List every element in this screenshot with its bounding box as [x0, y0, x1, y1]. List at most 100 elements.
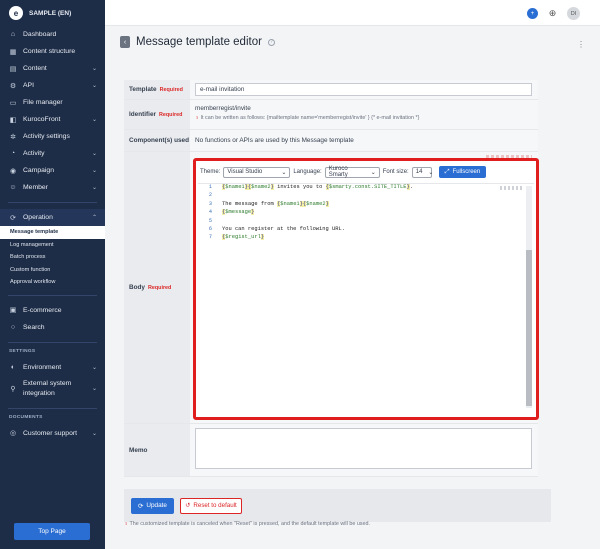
editor-toolbar: Theme: Visual Studio ⌄ Language: Kuroco S… [200, 166, 487, 178]
sidebar-item-activity-settings[interactable]: ✲ Activity settings [0, 128, 105, 145]
sidebar-item-environment[interactable]: ◐ Environment ⌄ [0, 359, 105, 376]
chevron-down-icon: ⌄ [91, 430, 97, 437]
template-label: Template Required [124, 80, 190, 99]
help-icon[interactable]: ? [267, 38, 275, 46]
sidebar-item-dashboard[interactable]: ⌂ Dashboard [0, 26, 105, 43]
identifier-value: memberregist/invite [195, 105, 251, 112]
folder-icon: ▭ [9, 99, 17, 107]
avatar[interactable]: DI [567, 7, 580, 20]
required-badge: Required [159, 86, 183, 93]
body-code-editor: Theme: Visual Studio ⌄ Language: Kuroco S… [193, 158, 539, 420]
code-line: The message from {$name1}{$name2} [222, 200, 329, 207]
code-content: {$name1}{$name2} invites you to {$smarty… [222, 184, 413, 243]
code-line: {$message} [222, 209, 255, 216]
chevron-down-icon: ⌄ [91, 168, 97, 174]
top-page-button[interactable]: Top Page [14, 523, 90, 540]
chevron-down-icon: ⌄ [91, 83, 97, 89]
sidebar-sub-batch-process[interactable]: Batch process [0, 251, 105, 264]
fullscreen-button[interactable]: ⤢ Fullscreen [438, 166, 487, 178]
sidebar-item-content[interactable]: ▤ Content ⌄ [0, 60, 105, 77]
language-label: Language: [293, 169, 322, 175]
reset-note: ♀ The customized template is canceled wh… [124, 521, 370, 527]
sidebar-item-external-integration[interactable]: ⚲ External system integration ⌄ [0, 376, 105, 402]
lightbulb-icon: ♀ [124, 521, 129, 527]
template-name-input[interactable]: e-mail invitation [195, 83, 532, 96]
line-number: 5 [208, 217, 212, 224]
chevron-down-icon: ⌄ [370, 169, 376, 176]
top-header: + ⊕ DI [105, 0, 600, 26]
memo-label: Memo [124, 424, 190, 476]
documents-section-label: DOCUMENTS [9, 414, 43, 420]
line-number: 1 [208, 184, 212, 190]
home-icon: ⌂ [10, 31, 16, 38]
api-icon: ⚙ [9, 82, 17, 90]
components-label: Component(s) used [124, 130, 190, 151]
expand-icon: ⤢ [444, 168, 450, 175]
components-value: No functions or APIs are used by this Me… [195, 137, 354, 144]
memo-textarea[interactable] [195, 428, 532, 469]
chevron-down-icon: ⌄ [281, 169, 287, 176]
brand-logo: e [9, 6, 23, 20]
settings-section-label: SETTINGS [9, 348, 36, 354]
sidebar-sub-approval-workflow[interactable]: Approval workflow [0, 276, 105, 289]
brand[interactable]: e SAMPLE (EN) [0, 0, 105, 26]
line-number: 6 [208, 225, 212, 232]
scrollbar-thumb[interactable] [526, 250, 532, 406]
divider [8, 202, 97, 203]
sidebar-item-campaign[interactable]: ◉ Campaign ⌄ [0, 162, 105, 179]
chevron-down-icon: ⌄ [428, 169, 434, 176]
components-row: Component(s) used No functions or APIs a… [124, 130, 538, 152]
chevron-up-icon: ⌃ [91, 215, 97, 221]
sidebar-item-customer-support[interactable]: ◎ Customer support ⌄ [0, 425, 105, 442]
member-icon: ☺ [9, 184, 17, 191]
environment-icon: ◐ [10, 363, 16, 371]
language-select[interactable]: Kuroco Smarty ⌄ [324, 166, 380, 178]
chevron-down-icon: ⌄ [91, 185, 97, 191]
back-button[interactable]: ‹ [120, 36, 130, 48]
sidebar-item-api[interactable]: ⚙ API ⌄ [0, 77, 105, 94]
sidebar-item-file-manager[interactable]: ▭ File manager [0, 94, 105, 111]
chevron-down-icon: ⌄ [91, 386, 97, 392]
lightbulb-icon: ♀ [195, 115, 200, 121]
support-icon: ◎ [9, 430, 17, 437]
add-icon[interactable]: + [527, 8, 538, 19]
sidebar-sub-log-management[interactable]: Log management [0, 239, 105, 252]
code-area[interactable]: 1 2 3 4 5 6 7 {$name1}{$name2} invites y… [198, 183, 534, 411]
memo-row: Memo [124, 424, 538, 477]
line-number: 7 [208, 234, 212, 241]
sidebar-item-operation[interactable]: ⟳ Operation ⌃ [0, 209, 105, 226]
line-number: 2 [208, 192, 212, 199]
required-badge: Required [159, 111, 183, 118]
sidebar-item-ecommerce[interactable]: ▣ E-commerce [0, 302, 105, 319]
chevron-down-icon: ⌄ [91, 364, 97, 371]
sidebar-item-search[interactable]: ○ Search [0, 319, 105, 336]
sidebar-item-content-structure[interactable]: ▦ Content structure [0, 43, 105, 60]
operation-icon: ⟳ [10, 214, 16, 222]
globe-icon[interactable]: ⊕ [547, 8, 558, 19]
line-number: 4 [208, 209, 212, 216]
more-options-icon[interactable]: ⋮ [577, 40, 585, 49]
sidebar-sub-custom-function[interactable]: Custom function [0, 264, 105, 277]
gear-icon: ✲ [10, 133, 16, 141]
action-bar: ⟳ Update ↺ Reset to default [124, 489, 551, 522]
chevron-down-icon: ⌄ [91, 66, 97, 72]
sidebar-item-member[interactable]: ☺ Member ⌄ [0, 179, 105, 196]
doc-icon: ▤ [9, 65, 17, 73]
reset-to-default-button[interactable]: ↺ Reset to default [180, 497, 242, 514]
update-button[interactable]: ⟳ Update [131, 497, 174, 514]
sidebar-item-kurocofront[interactable]: ◧ KurocoFront ⌄ [0, 111, 105, 128]
divider [8, 407, 97, 409]
minimap [500, 186, 524, 190]
undo-icon: ↺ [185, 502, 191, 509]
template-row: Template Required e-mail invitation [124, 80, 538, 100]
editor-scrollbar[interactable] [526, 186, 532, 408]
fontsize-select[interactable]: 14 ⌄ [411, 166, 434, 178]
code-line: {$regist_url} [222, 234, 265, 241]
refresh-icon: ⟳ [138, 502, 144, 510]
sidebar-sub-message-template[interactable]: Message template [0, 226, 105, 239]
identifier-label: Identifier Required [124, 100, 190, 129]
theme-select[interactable]: Visual Studio ⌄ [223, 166, 291, 178]
sidebar-item-activity[interactable]: ◔ Activity ⌄ [0, 145, 105, 162]
divider [8, 341, 97, 343]
